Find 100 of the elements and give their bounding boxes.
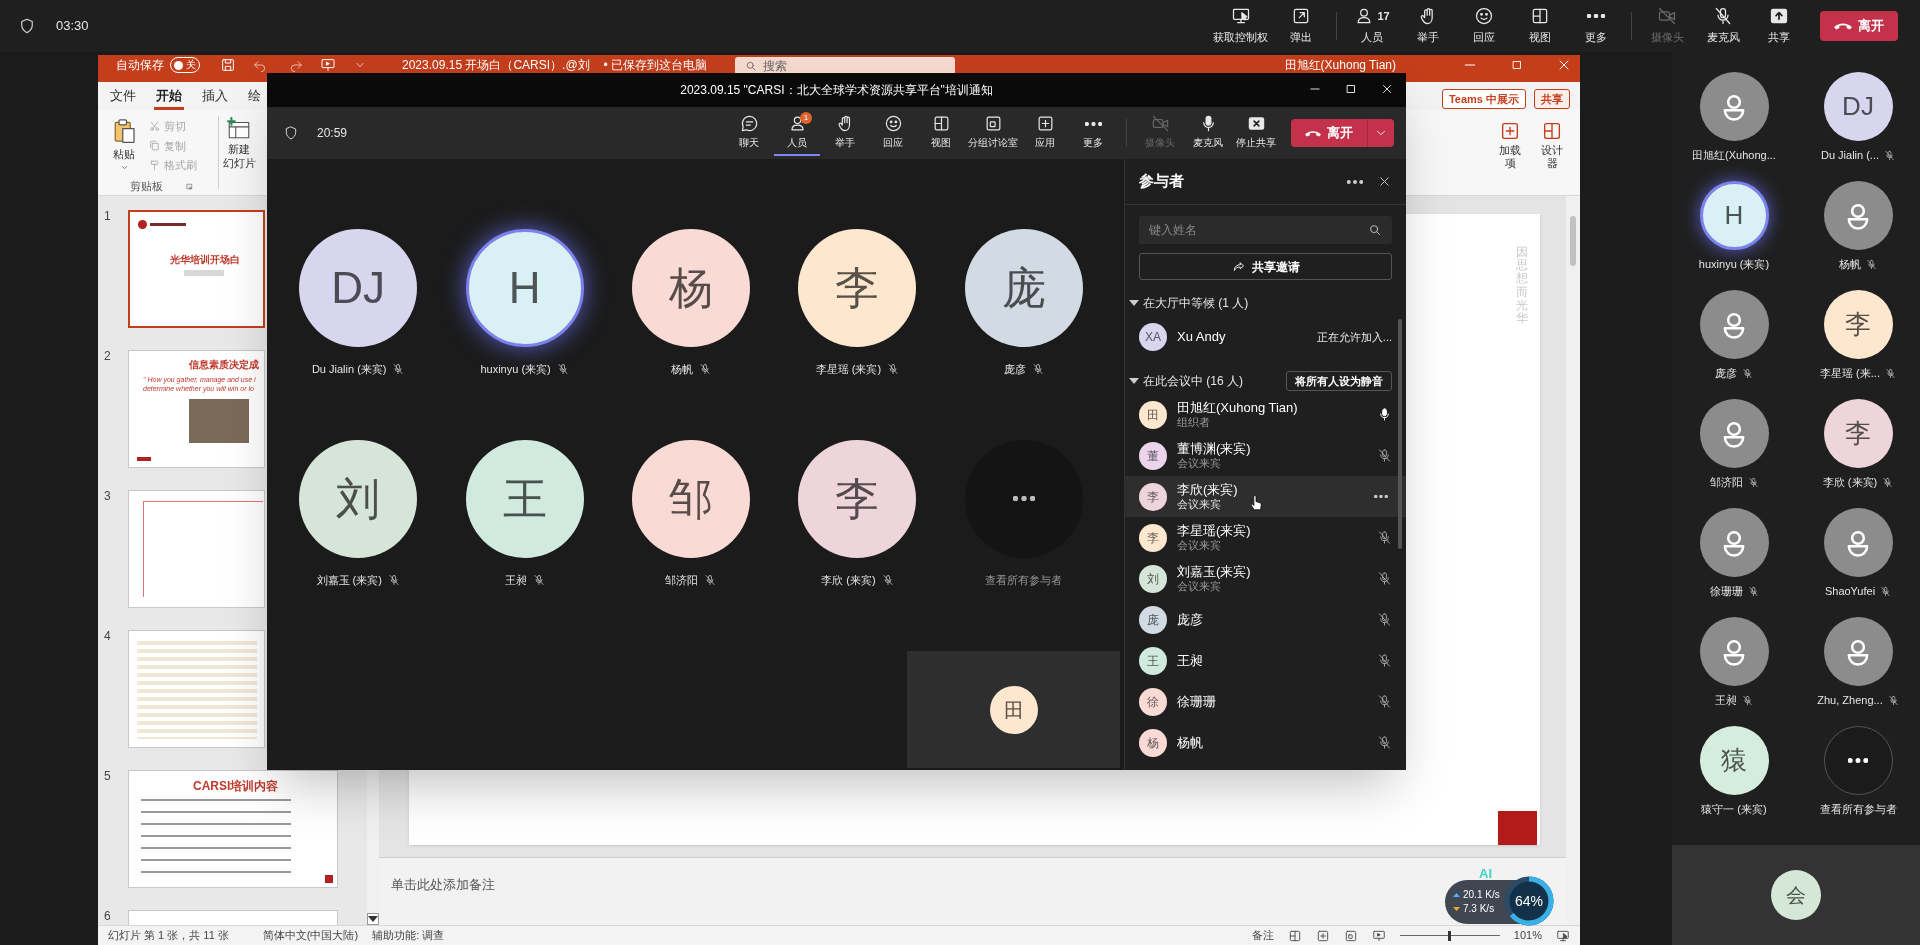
slide-number: 2 [104,350,112,362]
search-field[interactable]: 键入姓名 [1139,216,1392,244]
leave-button[interactable]: 离开 [1291,119,1394,147]
slider-thumb[interactable] [1447,930,1451,941]
ribbon-tab[interactable]: 插入 [200,84,230,110]
more-icon [1084,121,1102,126]
mic-off-icon[interactable] [1377,735,1392,750]
avatar: 王 [465,439,584,558]
mic-off-icon[interactable] [1377,653,1392,668]
participant-row[interactable]: 田 田旭红(Xuhong Tian) 组织者 [1125,394,1406,435]
more-icon[interactable] [1374,495,1388,498]
toolbar-button[interactable]: 弹出 [1274,3,1328,49]
toolbar-button[interactable]: 举手 [1401,3,1455,49]
participant-row[interactable]: 庞 庞彦 [1125,599,1406,640]
search-icon [745,60,758,72]
toolbar-button[interactable]: 聊天 [726,110,772,156]
close-icon[interactable] [1380,82,1394,96]
toolbar-button[interactable]: 17 人员 [1345,3,1399,49]
participant-name: 猿守一 (来宾) [1701,801,1767,817]
slide-thumbnail[interactable] [128,630,265,748]
avatar: XA [1139,323,1167,351]
scroll-down-icon[interactable] [367,913,379,925]
avatar: 会 [1771,870,1821,920]
slide-number: 4 [104,630,112,642]
logo-drawing [325,875,333,883]
section-header[interactable]: 在此会议中 (16 人) [1129,372,1243,390]
section-header[interactable]: 在大厅中等候 (1 人) [1129,294,1249,312]
toolbar-button[interactable]: 视图 [918,110,964,156]
mute-all-button[interactable]: 将所有人设为静音 [1286,371,1392,391]
toolbar-button[interactable]: 获取控制权 [1209,3,1272,49]
dialog-launcher-icon[interactable] [185,181,194,191]
participant-name: 刘嘉玉(来宾) [1177,563,1251,579]
participant-row[interactable]: 徐 徐珊珊 [1125,681,1406,722]
fit-icon[interactable] [1556,928,1570,943]
toolbar-button[interactable]: 麦克风 [1696,3,1750,49]
slide-thumbnail[interactable]: CARSI培训内容 [128,770,338,888]
participant-role: 组织者 [1177,414,1211,430]
share-invite-button[interactable]: 共享邀请 [1139,253,1392,280]
mic-off-icon[interactable] [1377,448,1392,463]
avatar: 刘 [299,439,418,558]
slide-thumbnail[interactable] [128,490,265,608]
participant-row[interactable]: 杨 杨帆 [1125,722,1406,763]
mic-off-icon[interactable] [1377,694,1392,709]
sorter-view-icon[interactable] [1315,928,1330,943]
save-icon[interactable] [220,57,236,73]
ribbon-tab[interactable]: 文件 [108,84,138,110]
zoom-slider[interactable] [1399,929,1500,942]
participant-name: 王昶 [504,572,527,588]
toolbar-button[interactable]: 举手 [822,110,868,156]
close-icon[interactable] [1377,174,1392,189]
mic-off-icon[interactable] [1377,612,1392,627]
more-icon [1012,496,1035,501]
maximize-icon[interactable] [1344,82,1358,96]
new-slide-button[interactable]: 新建 幻灯片 [219,110,259,195]
slide-thumbnail[interactable]: 光华培训开场白 [128,210,265,328]
mic-off-icon[interactable] [1377,530,1392,545]
participant-row[interactable]: 李 李星瑶(来宾) 会议来宾 [1125,517,1406,558]
toolbar-button[interactable]: 停止共享 [1233,110,1279,156]
more-icon[interactable] [1347,179,1363,184]
participant-row[interactable]: 董 董博渊(来宾) 会议来宾 [1125,435,1406,476]
mic-off-icon[interactable] [1377,571,1392,586]
present-icon[interactable] [320,57,336,73]
mic-icon[interactable] [1377,407,1392,422]
toolbar-button[interactable]: 人员 1 [774,110,820,156]
toolbar-button[interactable]: 更多 [1569,3,1623,49]
ribbon-tab[interactable]: 绘 [246,84,263,110]
notes-button[interactable]: 备注 [1251,927,1274,944]
present-in-teams-button[interactable]: Teams 中展示 [1441,89,1526,109]
participant-row[interactable]: 李 李欣(来宾) 会议来宾 [1125,476,1406,517]
avatar: 李 [798,229,917,347]
slide-number: 1 [104,210,112,222]
phone-icon [1834,22,1852,30]
participant-name: 田旭红(Xuhong Tian) [1177,399,1298,415]
accessibility-status[interactable]: 辅助功能: 调查 [372,927,445,944]
slideshow-icon[interactable] [1371,928,1386,943]
logo-drawing [138,220,186,229]
toolbar-button[interactable]: 共享 [1752,3,1806,49]
participant-name: 查看所有参与者 [985,572,1063,588]
participant-name: 李欣(来宾) [1177,481,1238,497]
slide-title: CARSI培训内容 [193,778,279,795]
smiley-icon [1474,6,1494,27]
toolbar-button[interactable]: 回应 [870,110,916,156]
normal-view-icon[interactable] [1287,928,1302,943]
subtitle-lines [184,270,224,276]
toolbar-button[interactable]: 视图 [1513,3,1567,49]
participant-row[interactable]: 王 王昶 [1125,640,1406,681]
designer-button[interactable]: 设计器 [1538,120,1566,170]
toolbar-button[interactable]: 分组讨论室 [966,110,1020,156]
reading-view-icon[interactable] [1343,928,1358,943]
toolbar-button[interactable]: 应用 [1022,110,1068,156]
leave-button[interactable]: 离开 [1820,11,1898,41]
autosave-label: 自动保存 [116,57,164,73]
toolbar-button[interactable]: 更多 [1070,110,1116,156]
add-ins-button[interactable]: 加载项 [1496,120,1524,170]
toolbar-button[interactable]: 麦克风 [1185,110,1231,156]
paste-button[interactable]: 粘贴 [106,116,142,177]
participant-row[interactable]: 刘 刘嘉玉(来宾) 会议来宾 [1125,558,1406,599]
toolbar-button[interactable]: 回应 [1457,3,1511,49]
share-button[interactable]: 共享 [1534,89,1570,109]
scrollbar-thumb[interactable] [1398,319,1402,549]
